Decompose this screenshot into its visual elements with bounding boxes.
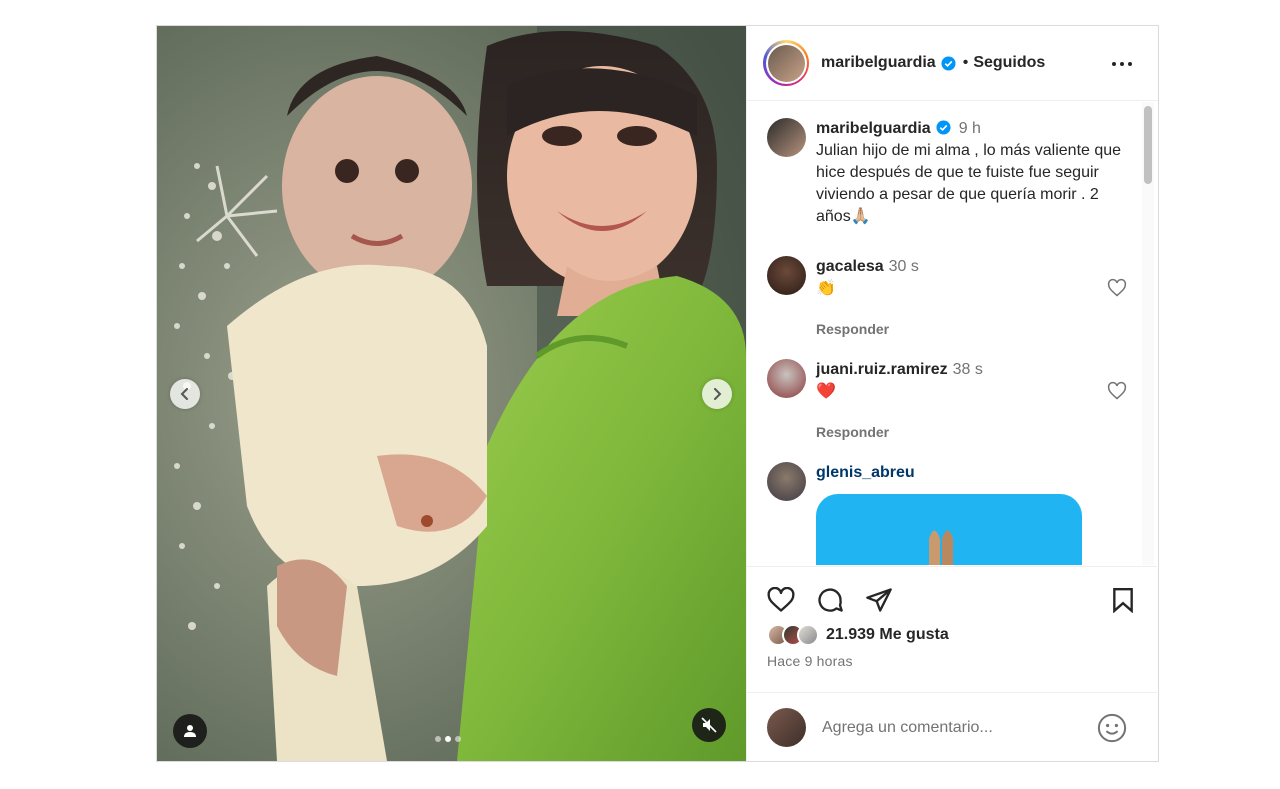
- comment-time[interactable]: 38 s: [953, 361, 983, 378]
- reply-button[interactable]: Responder: [816, 318, 919, 340]
- carousel-indicator: [435, 736, 461, 742]
- emoji-picker-icon[interactable]: [1097, 713, 1127, 743]
- more-horizontal-icon: [1112, 62, 1132, 66]
- chevron-left-icon: [180, 388, 188, 400]
- save-button[interactable]: [1108, 585, 1138, 615]
- likes-summary[interactable]: 21.939 Me gusta: [767, 624, 949, 646]
- avatar[interactable]: [767, 462, 806, 501]
- post-caption: maribelguardia 9 h Julian hijo de mi alma…: [767, 118, 1127, 228]
- chevron-right-icon: [714, 388, 722, 400]
- carousel-next-button[interactable]: [702, 379, 732, 409]
- comment-composer: [747, 692, 1157, 762]
- author-name-row: maribelguardia • Seguidos: [821, 54, 1045, 72]
- heart-icon: [767, 587, 795, 612]
- post-side-panel: maribelguardia • Seguidos maribelguardia…: [746, 26, 1158, 761]
- caption-text: Julian hijo de mi alma , lo más valiente…: [816, 142, 1122, 225]
- comment-username-link[interactable]: glenis_abreu: [816, 464, 915, 481]
- mute-button[interactable]: [692, 708, 726, 742]
- praying-hands-sticker: [929, 530, 953, 565]
- comment-sticker-image[interactable]: 🙏: [816, 494, 1082, 565]
- comment-bubble-icon: [818, 588, 843, 612]
- caption-body: maribelguardia 9 h Julian hijo de mi alma…: [816, 118, 1127, 228]
- avatar[interactable]: [767, 359, 806, 398]
- reply-button[interactable]: Responder: [816, 421, 983, 443]
- carousel-prev-button[interactable]: [170, 379, 200, 409]
- carousel-dot: [455, 736, 461, 742]
- comment-button[interactable]: [815, 585, 845, 615]
- bookmark-icon: [1113, 587, 1133, 613]
- tagged-users-button[interactable]: [173, 714, 207, 748]
- comment-username-link[interactable]: juani.ruiz.ramirez: [816, 361, 948, 378]
- post-photo: [157, 26, 746, 761]
- verified-badge-icon: [941, 55, 956, 71]
- share-button[interactable]: [864, 585, 894, 615]
- paper-plane-icon: [866, 588, 892, 612]
- like-button[interactable]: [766, 585, 796, 615]
- likes-count[interactable]: 21.939 Me gusta: [826, 626, 949, 644]
- comment-item: gacalesa 30 s 👏 Responder: [767, 256, 1127, 340]
- comment-text: ❤️: [816, 383, 836, 400]
- like-comment-heart-icon[interactable]: [1107, 278, 1127, 298]
- avatar[interactable]: [767, 256, 806, 295]
- caption-username-link[interactable]: maribelguardia: [816, 120, 931, 137]
- avatar: [767, 708, 806, 747]
- speaker-muted-icon: [701, 717, 717, 733]
- like-comment-heart-icon[interactable]: [1107, 381, 1127, 401]
- avatar[interactable]: [767, 118, 806, 157]
- post-header: maribelguardia • Seguidos: [747, 26, 1158, 101]
- post-media[interactable]: [157, 26, 746, 761]
- comment-input[interactable]: [822, 718, 1092, 737]
- comment-text: 👏: [816, 280, 836, 297]
- comment-body: juani.ruiz.ramirez 38 s ❤️ Responder: [816, 359, 983, 443]
- more-options-button[interactable]: [1110, 52, 1134, 76]
- user-icon: [184, 725, 196, 737]
- following-button[interactable]: Seguidos: [973, 54, 1045, 72]
- avatar: [767, 44, 805, 82]
- author-username-link[interactable]: maribelguardia: [821, 54, 936, 72]
- comments-list: maribelguardia 9 h Julian hijo de mi alma…: [747, 102, 1157, 565]
- comment-item: juani.ruiz.ramirez 38 s ❤️ Responder: [767, 359, 1127, 443]
- comment-time[interactable]: 30 s: [889, 258, 919, 275]
- separator-dot: •: [962, 54, 969, 71]
- post-timestamp[interactable]: Hace 9 horas: [767, 653, 853, 669]
- comment-body: gacalesa 30 s 👏 Responder: [816, 256, 919, 340]
- post-actions: 21.939 Me gusta Hace 9 horas: [747, 566, 1157, 761]
- author-story-avatar[interactable]: [763, 40, 809, 86]
- comment-username-link[interactable]: gacalesa: [816, 258, 884, 275]
- avatar: [797, 624, 819, 646]
- caption-time[interactable]: 9 h: [959, 120, 981, 137]
- post-modal: maribelguardia • Seguidos maribelguardia…: [156, 25, 1159, 762]
- verified-badge-icon: [936, 120, 951, 135]
- carousel-dot-active: [445, 736, 451, 742]
- carousel-dot: [435, 736, 441, 742]
